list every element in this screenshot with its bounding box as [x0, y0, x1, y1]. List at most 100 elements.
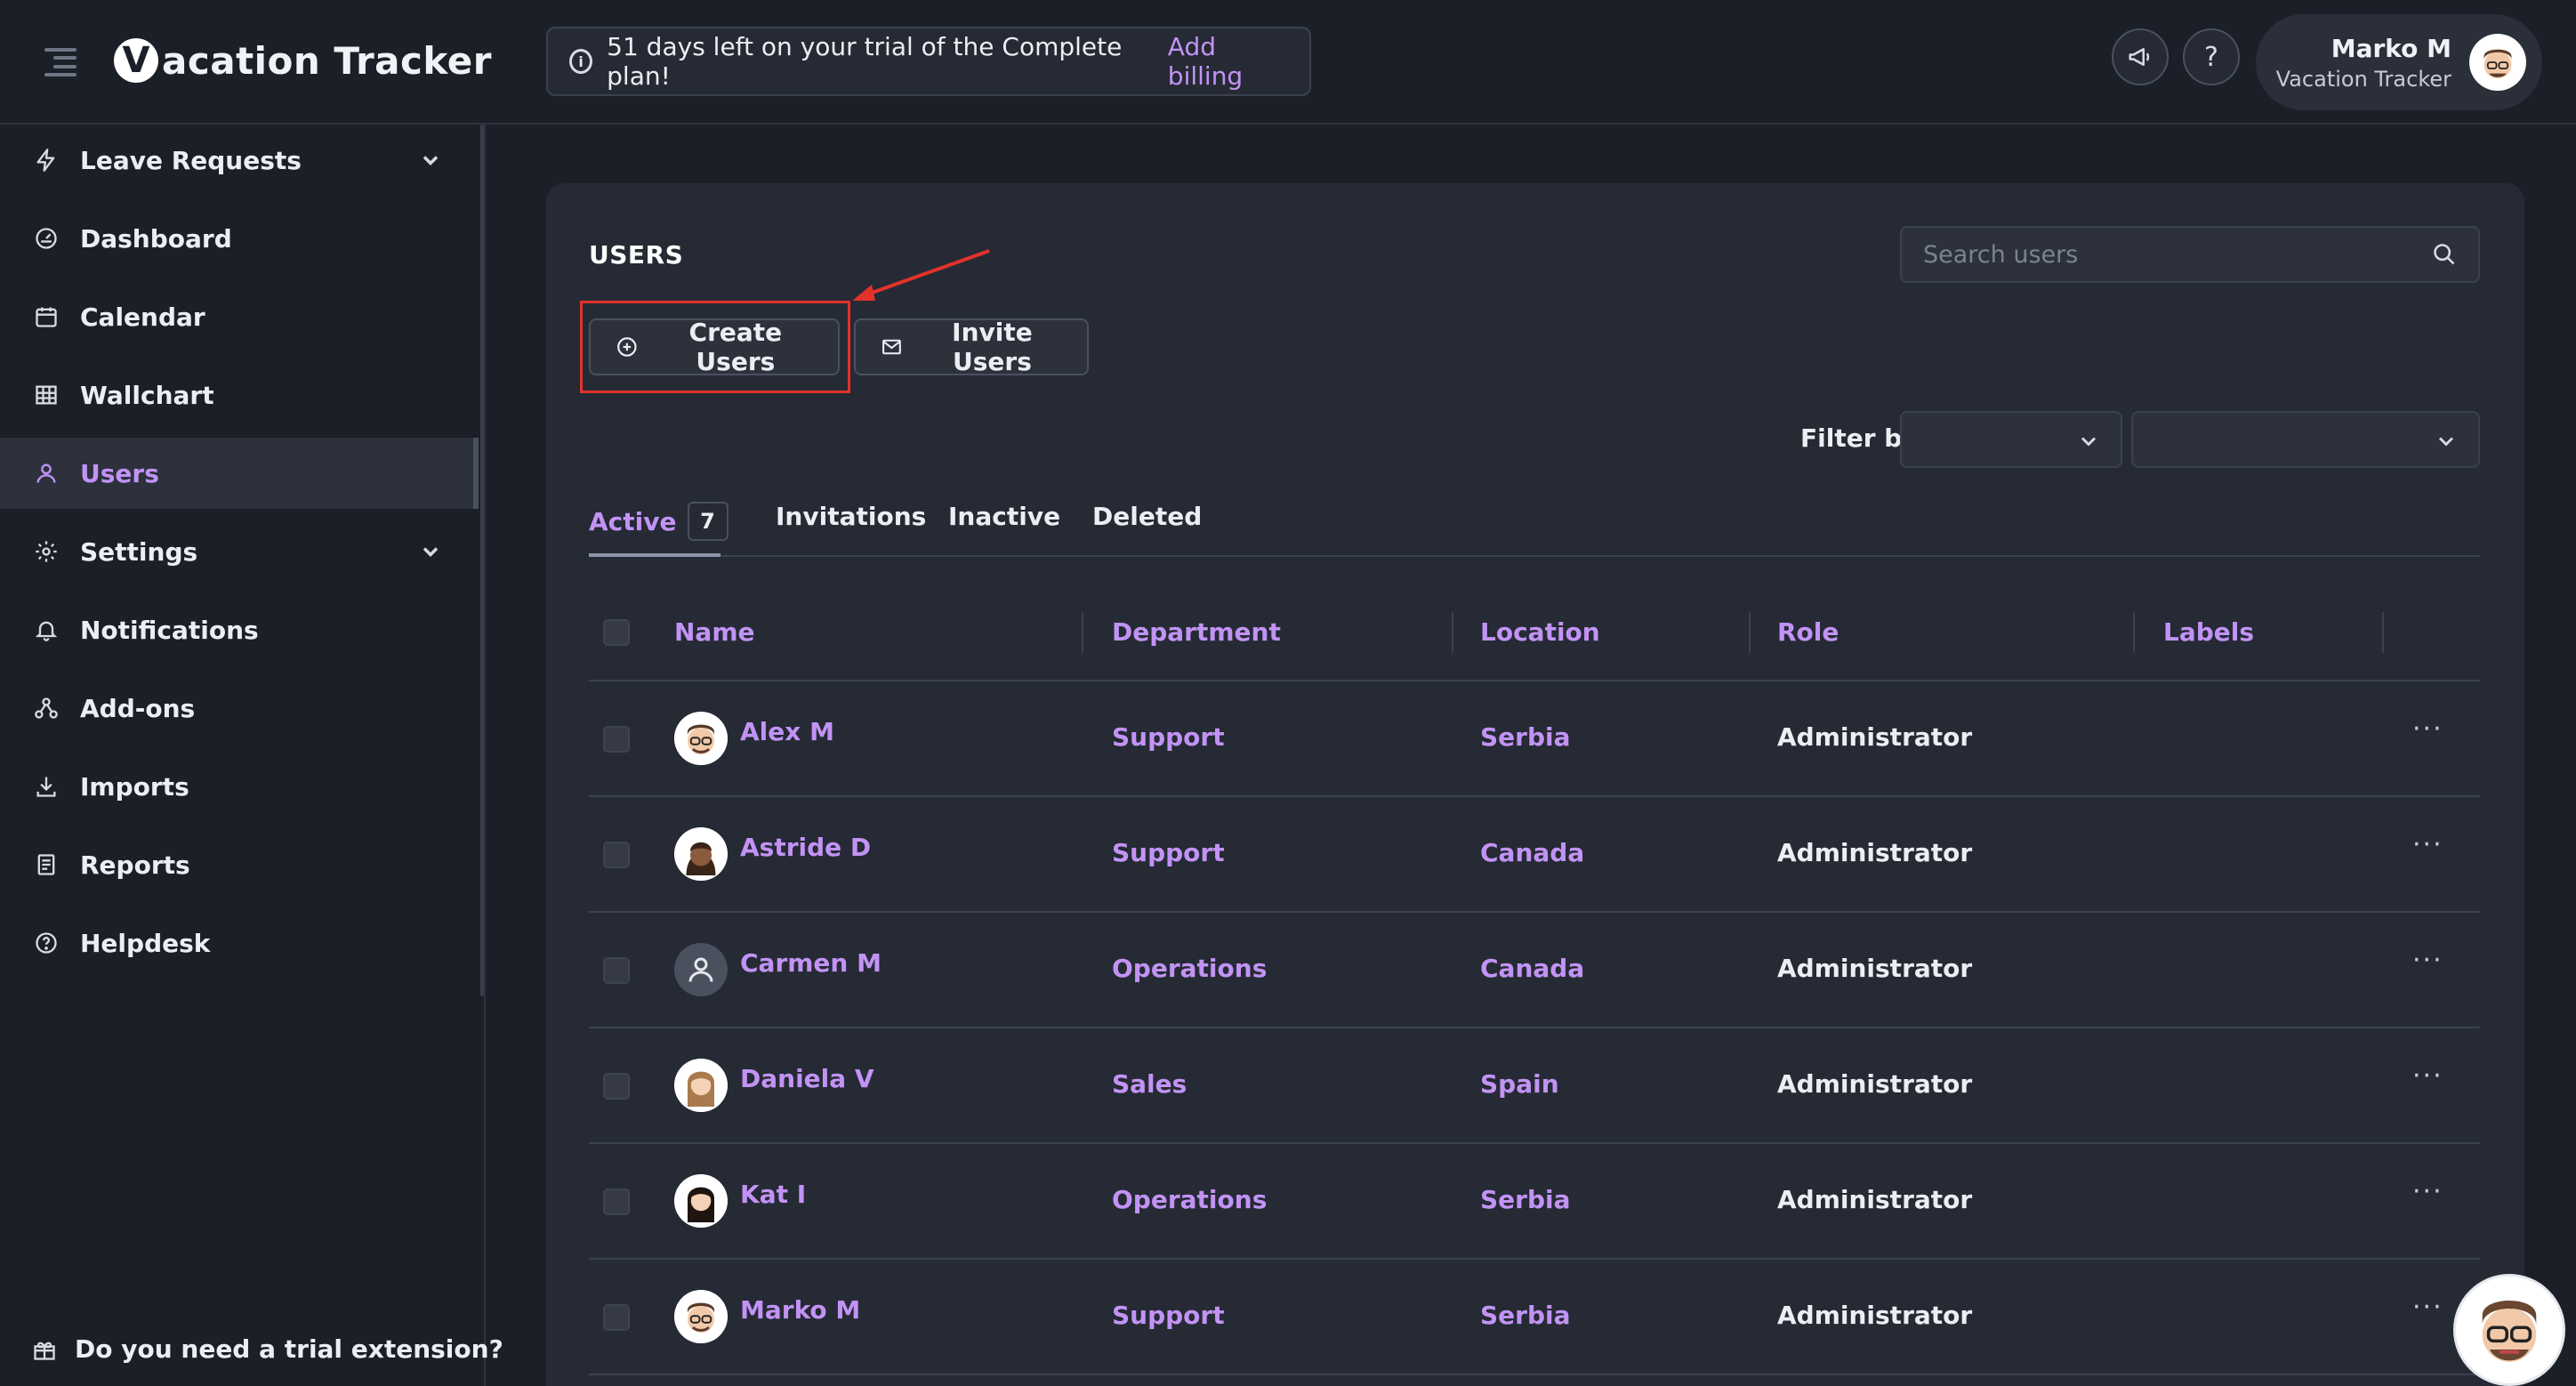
sidebar-item-notifications[interactable]: Notifications [0, 594, 479, 665]
plus-circle-icon [617, 337, 637, 357]
user-department[interactable]: Support [1112, 722, 1225, 752]
user-location[interactable]: Canada [1480, 954, 1584, 983]
logo-text: acation Tracker [162, 38, 492, 83]
column-divider[interactable] [2133, 612, 2135, 653]
announcements-button[interactable] [2112, 28, 2169, 85]
invite-users-button[interactable]: Invite Users [854, 318, 1089, 376]
row-checkbox[interactable] [603, 1073, 630, 1100]
report-icon [32, 850, 60, 879]
user-name-link[interactable]: Kat I [740, 1180, 806, 1209]
sidebar-item-calendar[interactable]: Calendar [0, 281, 479, 352]
search-input[interactable] [1923, 240, 2403, 269]
more-options-icon[interactable]: ··· [2412, 713, 2443, 745]
avatar-glasses [674, 1290, 728, 1343]
sidebar-item-add-ons[interactable]: Add-ons [0, 673, 479, 744]
search-box[interactable] [1900, 226, 2480, 283]
more-options-icon[interactable]: ··· [2412, 829, 2443, 860]
row-checkbox[interactable] [603, 726, 630, 753]
gauge-icon [32, 224, 60, 253]
more-options-icon[interactable]: ··· [2412, 945, 2443, 976]
tab-invitations[interactable]: Invitations [776, 502, 926, 531]
sidebar-item-reports[interactable]: Reports [0, 829, 479, 900]
tab-active[interactable]: Active 7 [589, 502, 729, 541]
sidebar-item-users[interactable]: Users [0, 438, 479, 509]
tab-inactive[interactable]: Inactive [948, 502, 1060, 531]
column-divider[interactable] [2382, 612, 2384, 653]
user-department[interactable]: Support [1112, 838, 1225, 867]
sidebar-item-wallchart[interactable]: Wallchart [0, 359, 479, 431]
user-department[interactable]: Support [1112, 1301, 1225, 1330]
user-name: Marko M [2330, 33, 2451, 63]
sidebar-item-label: Reports [80, 850, 190, 880]
create-users-label: Create Users [688, 318, 783, 376]
user-location[interactable]: Serbia [1480, 722, 1571, 752]
row-checkbox[interactable] [603, 1189, 630, 1215]
trial-text: 51 days left on your trial of the Comple… [607, 32, 1123, 91]
more-options-icon[interactable]: ··· [2412, 1176, 2443, 1207]
user-name-link[interactable]: Marko M [740, 1295, 860, 1325]
trial-extension-link[interactable]: Do you need a trial extension? [32, 1334, 503, 1364]
create-users-button[interactable]: Create Users [589, 318, 840, 376]
avatar-glasses [674, 712, 728, 765]
sidebar-scrollbar[interactable] [480, 125, 484, 996]
user-department[interactable]: Operations [1112, 954, 1267, 983]
filter-select-2[interactable] [2131, 411, 2480, 468]
sidebar-item-dashboard[interactable]: Dashboard [0, 203, 479, 274]
tab-deleted[interactable]: Deleted [1092, 502, 1202, 531]
app-logo[interactable]: V acation Tracker [114, 32, 492, 89]
user-location[interactable]: Serbia [1480, 1301, 1571, 1330]
table-row[interactable]: Kat I Operations Serbia Administrator ··… [589, 1144, 2480, 1260]
user-org: Vacation Tracker [2275, 66, 2451, 92]
table-row[interactable]: Daniela V Sales Spain Administrator ··· [589, 1028, 2480, 1144]
sidebar-item-label: Users [80, 458, 159, 488]
column-header-department[interactable]: Department [1112, 617, 1281, 647]
help-button[interactable]: ? [2183, 28, 2240, 85]
filter-select-1[interactable] [1900, 411, 2122, 468]
user-name-link[interactable]: Daniela V [740, 1064, 874, 1093]
more-options-icon[interactable]: ··· [2412, 1292, 2443, 1323]
sidebar-item-imports[interactable]: Imports [0, 751, 479, 822]
column-header-role[interactable]: Role [1777, 617, 1839, 647]
user-department[interactable]: Operations [1112, 1185, 1267, 1214]
row-checkbox[interactable] [603, 1304, 630, 1331]
user-department[interactable]: Sales [1112, 1069, 1187, 1099]
table-row[interactable]: Alex M Support Serbia Administrator ··· [589, 681, 2480, 797]
table-row[interactable]: Carmen M Operations Canada Administrator… [589, 913, 2480, 1028]
user-name-link[interactable]: Carmen M [740, 948, 881, 978]
user-role: Administrator [1777, 1185, 1973, 1214]
column-divider[interactable] [1452, 612, 1453, 653]
table-row[interactable]: Marko M Support Serbia Administrator ··· [589, 1260, 2480, 1375]
table-row[interactable]: Astride D Support Canada Administrator ·… [589, 797, 2480, 913]
column-header-location[interactable]: Location [1480, 617, 1600, 647]
row-checkbox[interactable] [603, 957, 630, 984]
sidebar-item-leave-requests[interactable]: Leave Requests [0, 125, 479, 196]
more-options-icon[interactable]: ··· [2412, 1060, 2443, 1092]
row-checkbox[interactable] [603, 842, 630, 868]
user-location[interactable]: Canada [1480, 838, 1584, 867]
user-tabs: Active 7 Invitations Inactive Deleted [589, 489, 2480, 557]
user-menu[interactable]: Marko M Vacation Tracker [2256, 14, 2542, 110]
user-avatar [2469, 34, 2526, 91]
sidebar-item-label: Settings [80, 536, 198, 567]
user-location[interactable]: Spain [1480, 1069, 1559, 1099]
add-billing-link[interactable]: Add billing [1168, 32, 1288, 91]
column-header-labels[interactable]: Labels [2163, 617, 2254, 647]
user-name-link[interactable]: Alex M [740, 717, 834, 746]
bell-icon [32, 616, 60, 644]
tab-count-badge: 7 [687, 502, 729, 541]
sidebar-item-helpdesk[interactable]: Helpdesk [0, 907, 479, 979]
user-location[interactable]: Serbia [1480, 1185, 1571, 1214]
user-role: Administrator [1777, 954, 1973, 983]
menu-toggle-icon[interactable] [44, 48, 76, 77]
column-divider[interactable] [1749, 612, 1751, 653]
sidebar-item-settings[interactable]: Settings [0, 516, 479, 587]
import-icon [32, 772, 60, 801]
column-divider[interactable] [1082, 612, 1083, 653]
sidebar-item-label: Leave Requests [80, 145, 302, 175]
sidebar-item-label: Helpdesk [80, 928, 211, 958]
column-header-name[interactable]: Name [674, 617, 755, 647]
support-chat-button[interactable] [2453, 1274, 2565, 1386]
search-icon[interactable] [2432, 242, 2457, 267]
user-name-link[interactable]: Astride D [740, 833, 871, 862]
select-all-checkbox[interactable] [603, 619, 630, 646]
